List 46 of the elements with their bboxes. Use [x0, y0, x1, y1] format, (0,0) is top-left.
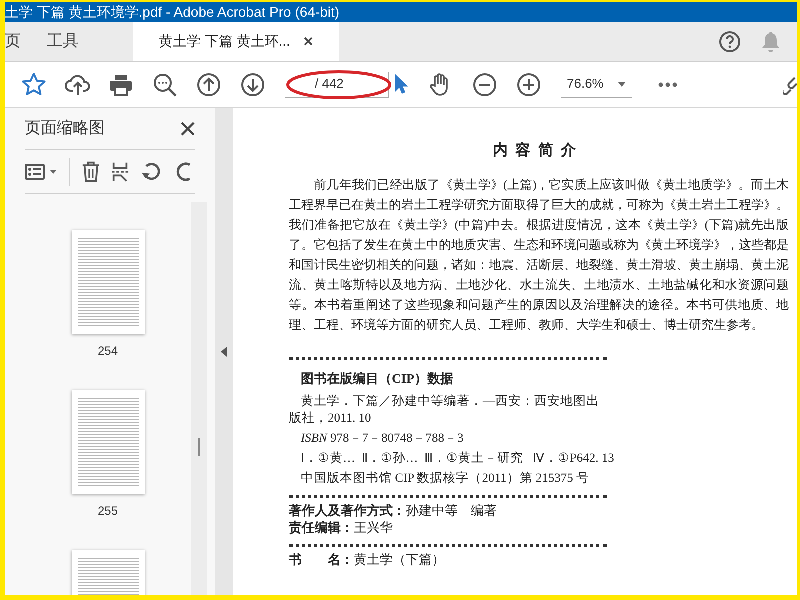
extract-page-icon[interactable]: [112, 160, 129, 182]
cip-line: 黄土学．下篇／孙建中等编著．—西安：西安地图出版社，2011. 10: [289, 392, 600, 426]
collapse-arrow-icon[interactable]: [221, 346, 227, 356]
page-number: 255: [98, 503, 118, 520]
cip-line: 中国版本图书馆 CIP 数据核字（2011）第 215375 号: [300, 470, 590, 486]
field-label: 书 名：: [289, 552, 354, 568]
list-options-icon: [25, 164, 45, 180]
tab[interactable]: 黄土学 下篇 黄土环...: [133, 22, 340, 61]
page-heading: 内 容 简 介: [492, 144, 580, 159]
arrow-up-circle-icon[interactable]: [197, 72, 221, 96]
search-icon[interactable]: [153, 72, 177, 96]
cip-line: Ⅰ．①黄… Ⅱ．①孙… Ⅲ．①黄土－研究 Ⅳ．①P642. 13: [300, 450, 614, 466]
star-icon[interactable]: [21, 72, 47, 98]
zoom-out-icon[interactable]: [473, 72, 497, 96]
panel-title: 页面缩略图: [25, 118, 105, 138]
close-icon[interactable]: [181, 122, 195, 136]
field-value: 黄土学（下篇）: [354, 552, 445, 568]
tab[interactable]: 工具: [47, 22, 79, 61]
close-icon[interactable]: [304, 37, 314, 46]
print-icon[interactable]: [109, 74, 133, 96]
options-dropdown[interactable]: [25, 164, 57, 180]
more-icon[interactable]: [658, 82, 678, 88]
summary-paragraph: 前几年我们已经出版了《黄土学》(上篇)，它实质上应该叫做《黄土地质学》。而土木工程界早已在黄土的岩土工程学研究方面取得了巨大的成就，可称为《黄土岩土工程学》。我们准备把它放在《黄土学》(中篇)中去。根据进度情况，这本《黄土学》(下篇)就先出版了。它包括了发生在黄土中的地质灾害、生态和环境问题或称为《黄土环境学》，这些都是和国计民生密切相关的问题，诸如：地震、活断层、地裂缝、黄土滑坡、黄土崩塌、黄土泥流、黄土喀斯特以及地方病、土地沙化、水土流失、土地渍水、土地盐碱化和水资源问题等。本书着重阐述了这些现象和问题产生的原因以及治理解决的途径。本书可供地质、地理、工程、环境等方面的研究人员、工程师、教师、大学生和硕士、博士研究生参考。: [289, 177, 789, 334]
field-label: 著作人及著作方式：: [289, 502, 406, 518]
window-title: 土学 下篇 黄土环境学.pdf - Adobe Acrobat Pro (64-bit): [5, 5, 340, 19]
cloud-upload-icon[interactable]: [65, 72, 91, 96]
cip-heading: 图书在版编目（CIP）数据: [301, 370, 454, 388]
field-label: 责任编辑：: [289, 520, 354, 536]
trash-icon[interactable]: [82, 160, 100, 182]
rotate-counterclockwise-icon[interactable]: [140, 160, 162, 182]
field-value: 孙建中等 编著: [406, 502, 497, 518]
scrollbar[interactable]: [191, 202, 207, 595]
arrow-down-circle-icon[interactable]: [241, 72, 265, 96]
page-thumbnail[interactable]: [72, 230, 144, 334]
cip-line: ISBN 978－7－80748－788－3: [300, 430, 464, 446]
help-icon[interactable]: [719, 30, 741, 52]
page-number: 254: [98, 343, 118, 360]
zoom-in-icon[interactable]: [517, 72, 541, 96]
pointer-icon[interactable]: [393, 72, 409, 96]
caret-icon: [50, 170, 57, 174]
zoom-dropdown[interactable]: 76.6%: [561, 72, 632, 98]
field-value: 王兴华: [354, 520, 393, 536]
tab[interactable]: 页: [5, 22, 21, 61]
hand-icon[interactable]: [429, 72, 451, 96]
page-thumbnail[interactable]: [72, 390, 144, 494]
caret-icon: [618, 82, 626, 86]
